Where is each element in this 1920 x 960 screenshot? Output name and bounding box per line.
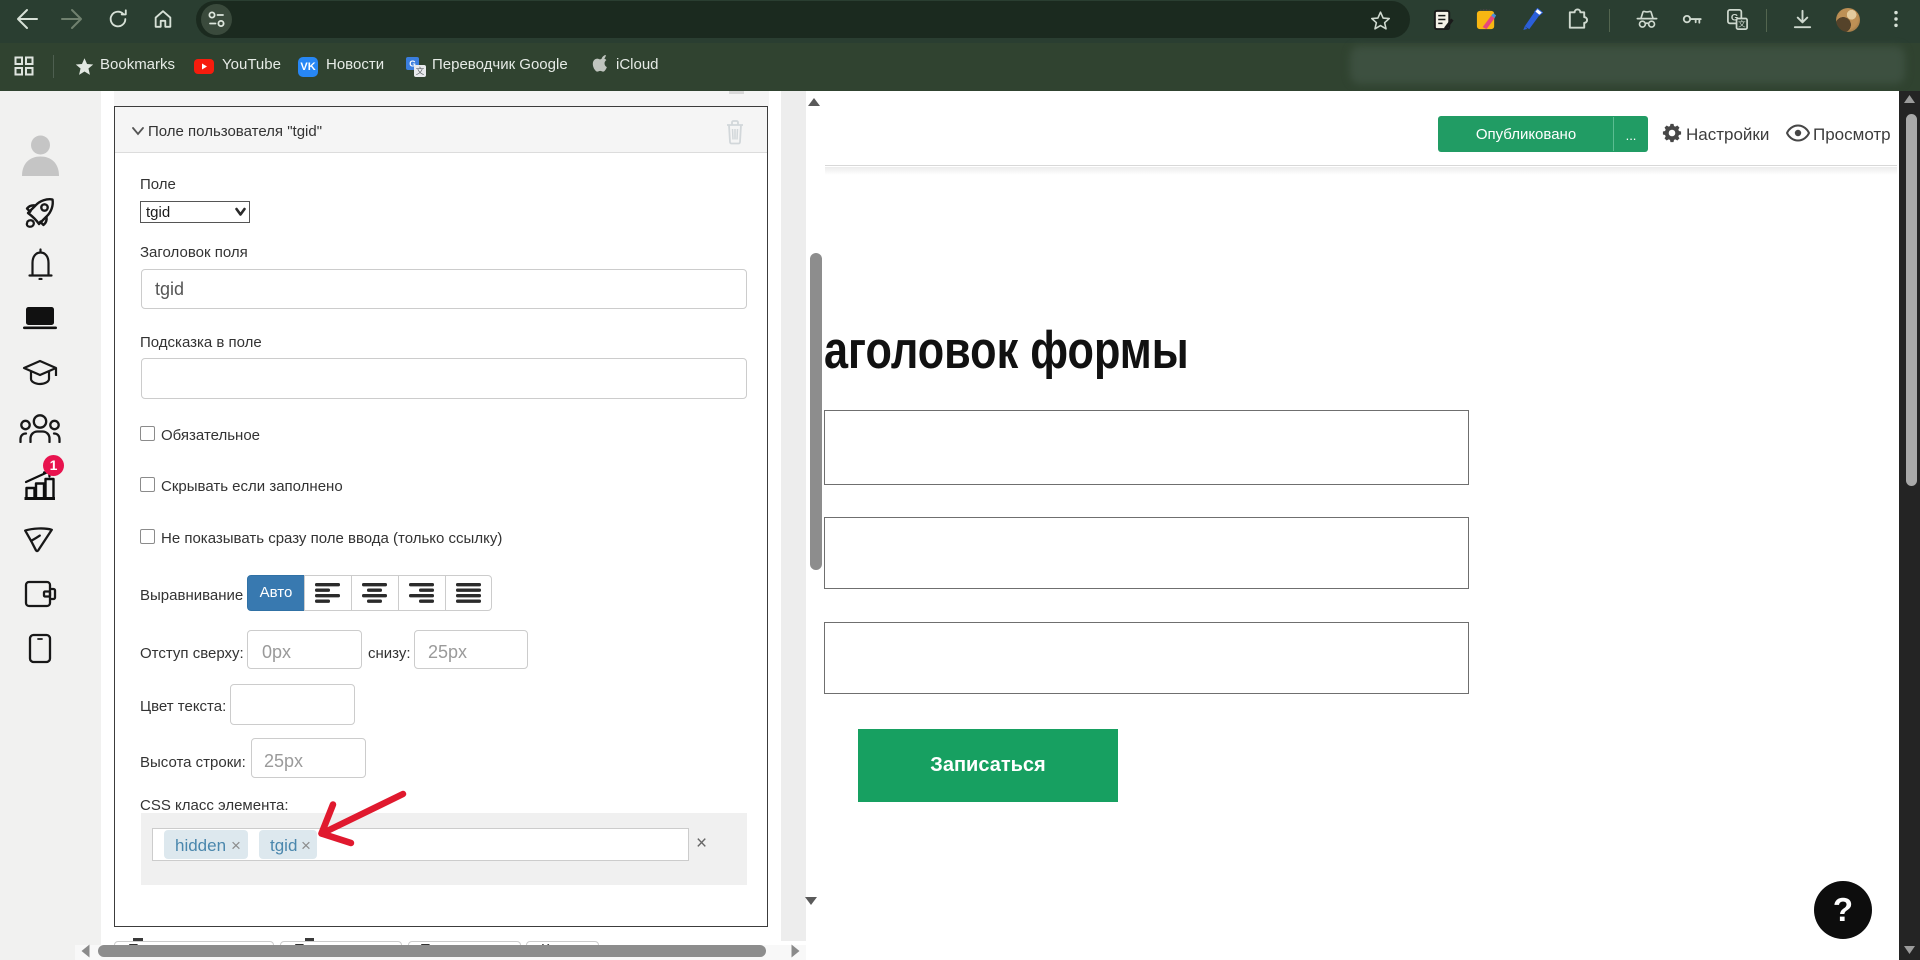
svg-text:文: 文: [1738, 19, 1746, 29]
svg-text:文: 文: [416, 66, 425, 76]
